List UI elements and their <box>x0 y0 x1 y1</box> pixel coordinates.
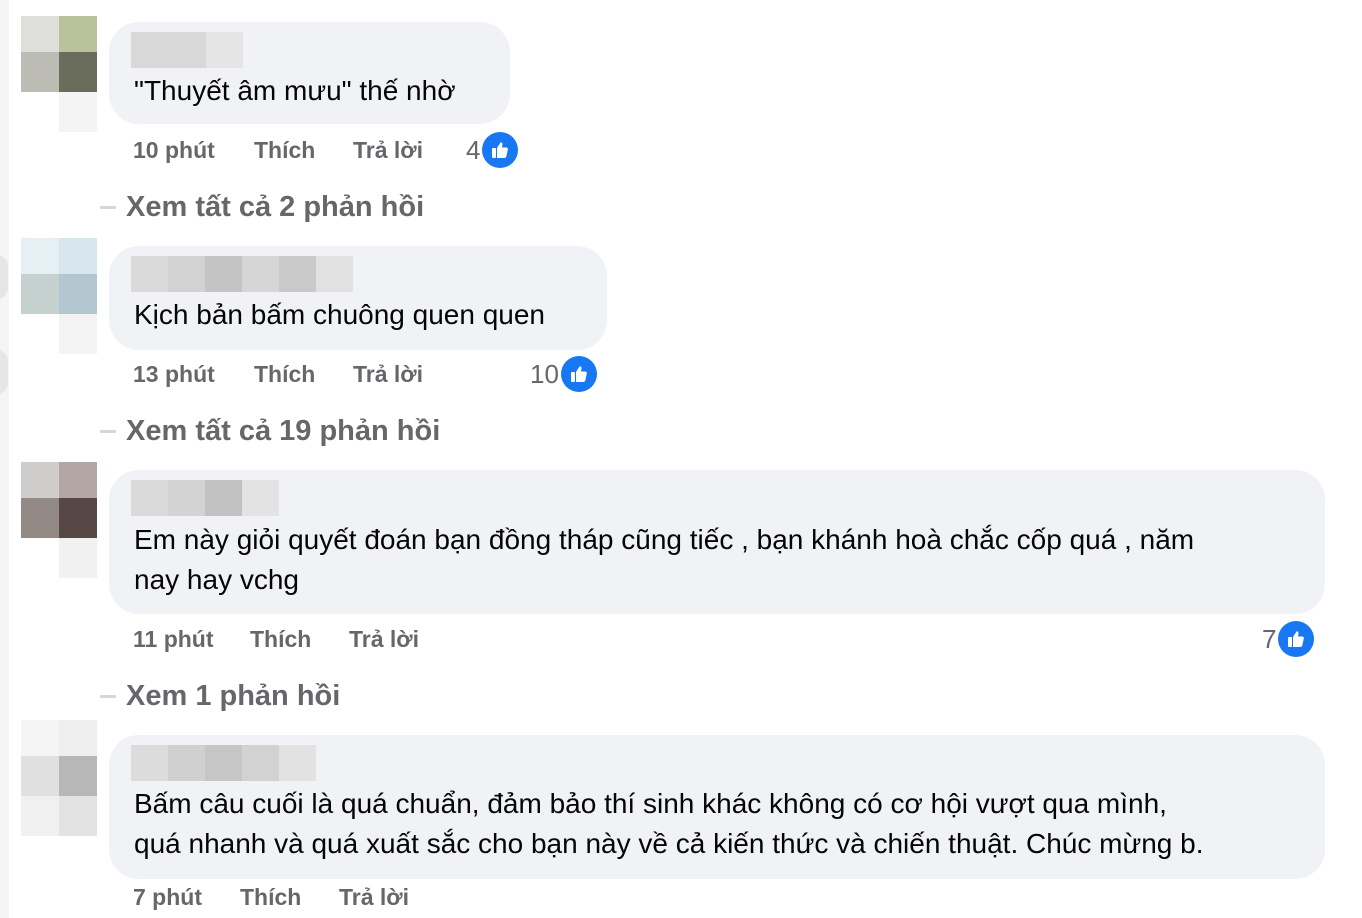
reply-connector <box>100 694 116 698</box>
comment-text: Kịch bản bấm chuông quen quen <box>134 299 545 330</box>
reply-connector <box>100 429 116 433</box>
comment-timestamp[interactable]: 13 phút <box>133 357 215 391</box>
view-replies-label: Xem tất cả 2 phản hồi <box>126 190 425 223</box>
reply-button[interactable]: Trả lời <box>339 880 409 914</box>
thumbs-up-icon <box>1278 621 1315 657</box>
comment-bubble: Bấm câu cuối là quá chuẩn, đảm bảo thí s… <box>109 735 1325 879</box>
avatar[interactable] <box>21 720 97 796</box>
avatar-pixel-tail <box>21 92 97 132</box>
like-button[interactable]: Thích <box>250 622 311 656</box>
scroll-knob <box>0 255 8 299</box>
avatar[interactable] <box>21 462 97 538</box>
reaction-count-number: 4 <box>466 134 481 165</box>
view-replies-link[interactable]: Xem 1 phản hồi <box>100 676 340 716</box>
reaction-count[interactable]: 10 <box>530 355 597 393</box>
thumbs-up-icon <box>560 356 597 392</box>
comment-bubble: Em này giỏi quyết đoán bạn đồng tháp cũn… <box>109 470 1325 614</box>
comment-timestamp[interactable]: 7 phút <box>133 880 202 914</box>
commenter-name-redacted[interactable] <box>131 745 316 781</box>
avatar-pixel-tail <box>21 538 97 578</box>
comment-text: "Thuyết âm mưu" thế nhờ <box>134 75 456 106</box>
reply-connector <box>100 205 116 209</box>
view-replies-link[interactable]: Xem tất cả 19 phản hồi <box>100 411 440 451</box>
like-button[interactable]: Thích <box>254 357 315 391</box>
commenter-name-redacted[interactable] <box>131 32 243 68</box>
commenter-name-redacted[interactable] <box>131 256 353 292</box>
comment-timestamp[interactable]: 11 phút <box>133 622 214 656</box>
reaction-count-number: 7 <box>1262 623 1277 654</box>
reaction-count-number: 10 <box>530 358 559 389</box>
view-replies-label: Xem 1 phản hồi <box>126 679 341 712</box>
avatar[interactable] <box>21 238 97 314</box>
reply-button[interactable]: Trả lời <box>349 622 419 656</box>
comment-text-line-1: Em này giỏi quyết đoán bạn đồng tháp cũn… <box>134 524 1195 555</box>
reaction-count[interactable]: 7 <box>1262 620 1315 658</box>
reply-button[interactable]: Trả lời <box>353 133 423 167</box>
comment-text-line-2: nay hay vchg <box>134 564 299 595</box>
view-replies-label: Xem tất cả 19 phản hồi <box>126 414 441 447</box>
avatar[interactable] <box>21 16 97 92</box>
comment-bubble: "Thuyết âm mưu" thế nhờ <box>109 22 510 124</box>
reply-button[interactable]: Trả lời <box>353 357 423 391</box>
page-edge-scrollbar <box>0 0 9 918</box>
comment-timestamp[interactable]: 10 phút <box>133 133 215 167</box>
reaction-count[interactable]: 4 <box>466 131 519 169</box>
like-button[interactable]: Thích <box>240 880 301 914</box>
avatar-pixel-tail <box>21 314 97 354</box>
like-button[interactable]: Thích <box>254 133 315 167</box>
thumbs-up-icon <box>482 132 519 168</box>
scroll-knob <box>0 350 8 394</box>
avatar-pixel-tail <box>21 796 97 836</box>
commenter-name-redacted[interactable] <box>131 480 279 516</box>
view-replies-link[interactable]: Xem tất cả 2 phản hồi <box>100 187 424 227</box>
comment-bubble: Kịch bản bấm chuông quen quen <box>109 246 607 350</box>
comment-text-line-2: quá nhanh và quá xuất sắc cho bạn này về… <box>134 828 1204 859</box>
comment-text-line-1: Bấm câu cuối là quá chuẩn, đảm bảo thí s… <box>134 788 1167 819</box>
